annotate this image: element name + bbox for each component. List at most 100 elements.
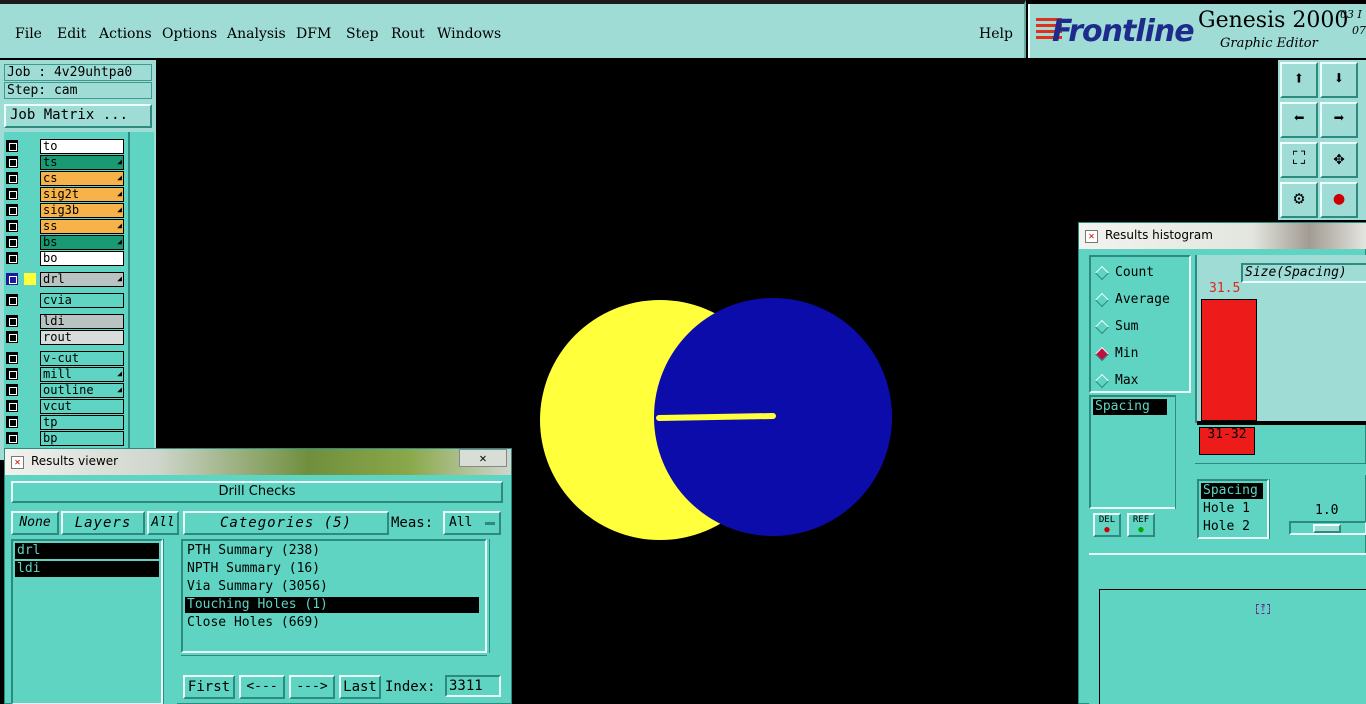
menu-help[interactable]: Help: [979, 26, 1013, 42]
category-hscrollbar[interactable]: [181, 655, 487, 667]
layer-row-outline[interactable]: outline ◢: [4, 383, 124, 398]
menu-rout[interactable]: Rout: [391, 26, 425, 42]
layer-row-ldi[interactable]: ldi: [4, 314, 124, 329]
pan-right-icon[interactable]: ➡: [1320, 102, 1358, 138]
option-average[interactable]: Average: [1094, 292, 1170, 307]
option-count[interactable]: Count: [1094, 265, 1154, 280]
layer-checkbox[interactable]: [6, 416, 18, 428]
list-item[interactable]: Spacing: [1201, 483, 1263, 499]
list-item[interactable]: Hole 2: [1201, 519, 1263, 535]
option-min[interactable]: Min: [1094, 346, 1138, 361]
layer-row-vcut[interactable]: vcut: [4, 399, 124, 414]
layer-row-tp[interactable]: tp: [4, 415, 124, 430]
list-item[interactable]: drl: [15, 543, 159, 559]
layer-row-sig2t[interactable]: sig2t ◢: [4, 187, 124, 202]
menu-analysis[interactable]: Analysis: [227, 26, 286, 42]
menu-file[interactable]: File: [15, 26, 42, 42]
category-item-touching-holes[interactable]: Touching Holes (1): [185, 597, 479, 613]
none-button[interactable]: None: [11, 511, 59, 535]
list-item[interactable]: Spacing: [1093, 399, 1167, 415]
menu-windows[interactable]: Windows: [437, 26, 501, 42]
layer-results-list[interactable]: drl ldi: [11, 539, 163, 704]
layer-list-scrollbar[interactable]: [163, 539, 177, 704]
category-item-via-summary[interactable]: Via Summary (3056): [185, 579, 479, 595]
ref-button[interactable]: REF ●: [1127, 513, 1155, 537]
layer-row-cs[interactable]: cs ◢: [4, 171, 124, 186]
menu-options[interactable]: Options: [162, 26, 217, 42]
first-button[interactable]: First: [183, 675, 235, 699]
category-list-scrollbar[interactable]: [489, 539, 503, 653]
layer-checkbox[interactable]: [6, 331, 18, 343]
layer-row-bs[interactable]: bs ◢: [4, 235, 124, 250]
layer-row-mill[interactable]: mill ◢: [4, 367, 124, 382]
histogram-hscrollbar[interactable]: [1195, 463, 1366, 475]
option-max[interactable]: Max: [1094, 373, 1138, 388]
del-button[interactable]: DEL ●: [1093, 513, 1121, 537]
meas-dropdown[interactable]: All: [443, 511, 501, 535]
layer-checkbox[interactable]: [6, 172, 18, 184]
option-sum[interactable]: Sum: [1094, 319, 1138, 334]
menu-actions[interactable]: Actions: [99, 26, 152, 42]
layer-checkbox[interactable]: [6, 432, 18, 444]
category-item-pth-summary[interactable]: PTH Summary (238): [185, 543, 479, 559]
layer-row-bp[interactable]: bp: [4, 431, 124, 446]
layer-checkbox[interactable]: [6, 140, 18, 152]
prev-button[interactable]: <---: [239, 675, 285, 699]
layer-checkbox[interactable]: [6, 384, 18, 396]
category-item-close-holes[interactable]: Close Holes (669): [185, 615, 479, 631]
last-button[interactable]: Last: [339, 675, 381, 699]
all-button[interactable]: All: [147, 511, 179, 535]
category-item-npth-summary[interactable]: NPTH Summary (16): [185, 561, 479, 577]
layer-row-bo[interactable]: bo: [4, 251, 124, 266]
drill-checks-header[interactable]: Drill Checks: [11, 481, 503, 503]
pan-left-icon[interactable]: ⬅: [1280, 102, 1318, 138]
measure-list[interactable]: Spacing: [1089, 395, 1183, 509]
layer-checkbox[interactable]: [6, 236, 18, 248]
layers-button[interactable]: Layers: [61, 511, 145, 535]
snap-icon[interactable]: ●: [1320, 182, 1358, 218]
results-viewer-titlebar[interactable]: ✕ Results viewer ✕: [5, 449, 511, 475]
zoom-fit-icon[interactable]: ⛶: [1280, 142, 1318, 178]
index-input[interactable]: 3311: [445, 675, 501, 697]
menu-dfm[interactable]: DFM: [296, 26, 331, 42]
layer-row-cvia[interactable]: cvia: [4, 293, 124, 308]
layer-row-to[interactable]: to: [4, 139, 124, 154]
pan-up-icon[interactable]: ⬆: [1280, 62, 1318, 98]
layer-row-sig3b[interactable]: sig3b ◢: [4, 203, 124, 218]
layer-row-ss[interactable]: ss ◢: [4, 219, 124, 234]
slider-handle[interactable]: [1313, 524, 1341, 533]
list-item[interactable]: ldi: [15, 561, 159, 577]
histogram-bar[interactable]: [1201, 299, 1257, 421]
layer-checkbox[interactable]: [6, 352, 18, 364]
layer-checkbox[interactable]: [6, 188, 18, 200]
attribute-list[interactable]: Spacing Hole 1 Hole 2: [1197, 479, 1269, 539]
measure-list-scrollbar[interactable]: [1175, 395, 1189, 509]
attribute-list-scrollbar[interactable]: [1269, 479, 1283, 539]
layer-row-drl[interactable]: drl ◢: [4, 272, 124, 287]
job-matrix-button[interactable]: Job Matrix ...: [4, 104, 152, 128]
layer-checkbox[interactable]: [6, 315, 18, 327]
layer-row-ts[interactable]: ts ◢: [4, 155, 124, 170]
layer-checkbox[interactable]: [6, 220, 18, 232]
measure-icon[interactable]: ⚙: [1280, 182, 1318, 218]
layer-checkbox[interactable]: [6, 252, 18, 264]
bar-category-label[interactable]: 31-32: [1199, 427, 1255, 455]
pan-down-icon[interactable]: ⬇: [1320, 62, 1358, 98]
next-button[interactable]: --->: [289, 675, 335, 699]
results-histogram-titlebar[interactable]: ✕ Results histogram: [1079, 223, 1366, 249]
category-list[interactable]: PTH Summary (238) NPTH Summary (16) Via …: [181, 539, 487, 653]
scale-slider[interactable]: [1289, 521, 1366, 535]
list-item[interactable]: Hole 1: [1201, 501, 1263, 517]
layer-checkbox[interactable]: [6, 204, 18, 216]
layer-checkbox[interactable]: [6, 156, 18, 168]
layer-checkbox[interactable]: [6, 273, 18, 285]
layer-checkbox[interactable]: [6, 400, 18, 412]
layer-row-v-cut[interactable]: v-cut: [4, 351, 124, 366]
layer-checkbox[interactable]: [6, 294, 18, 306]
menu-step[interactable]: Step: [346, 26, 378, 42]
layer-row-rout[interactable]: rout: [4, 330, 124, 345]
menu-edit[interactable]: Edit: [57, 26, 86, 42]
layer-checkbox[interactable]: [6, 368, 18, 380]
zoom-center-icon[interactable]: ✥: [1320, 142, 1358, 178]
categories-button[interactable]: Categories (5): [183, 511, 389, 535]
